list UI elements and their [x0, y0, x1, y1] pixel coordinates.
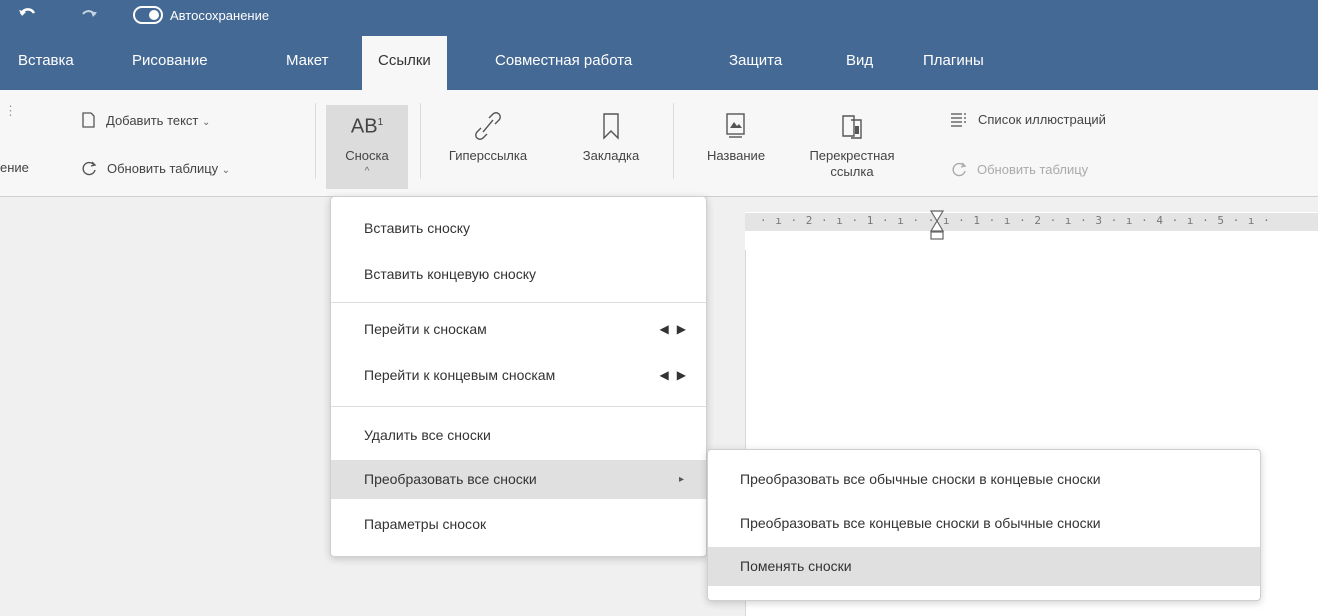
bookmark-button[interactable]: Закладка: [568, 110, 654, 164]
footnote-label: Сноска: [345, 147, 389, 163]
menu-divider: [331, 302, 706, 303]
menu-item-settings[interactable]: Параметры сносок: [331, 505, 706, 544]
autosave-label: Автосохранение: [170, 8, 270, 23]
caption-button[interactable]: Название: [688, 110, 784, 164]
tab-references[interactable]: Ссылки: [362, 36, 447, 90]
tab-protection[interactable]: Защита: [729, 51, 782, 71]
figure-list-label: Список иллюстраций: [978, 112, 1106, 127]
menu-item-convert-all[interactable]: Преобразовать все сноски ▸: [331, 460, 706, 499]
undo-icon[interactable]: [18, 6, 36, 26]
update-table-button[interactable]: Обновить таблицу ⌄: [80, 159, 230, 177]
menu-divider: [331, 406, 706, 407]
ribbon-divider: [315, 103, 316, 179]
cross-reference-label-2: ссылка: [830, 164, 874, 179]
ribbon: [0, 90, 1318, 197]
chevron-right-icon: ▸: [678, 474, 684, 485]
submenu-item-to-footnotes[interactable]: Преобразовать все концевые сноски в обыч…: [708, 504, 1260, 543]
tab-collaboration[interactable]: Совместная работа: [495, 51, 632, 71]
list-icon: [951, 113, 966, 127]
menu-item-delete-all[interactable]: Удалить все сноски: [331, 416, 706, 455]
ribbon-divider: [673, 103, 674, 179]
toggle-knob: [149, 10, 159, 20]
menu-item-insert-endnote[interactable]: Вставить концевую сноску: [331, 255, 706, 294]
footnote-button-content[interactable]: AB1 Сноска ^: [326, 110, 408, 180]
prev-next-arrows-icon[interactable]: ◀▶: [660, 310, 694, 349]
caption-icon: [726, 113, 745, 138]
footnote-menu: Вставить сноску Вставить концевую сноску…: [330, 196, 707, 557]
refresh-icon: [82, 161, 97, 176]
tab-plugins[interactable]: Плагины: [923, 51, 984, 71]
bookmark-label: Закладка: [582, 148, 640, 163]
tab-draw[interactable]: Рисование: [132, 51, 208, 71]
update-table-disabled-label: Обновить таблицу: [977, 162, 1089, 177]
hyperlink-button[interactable]: Гиперссылка: [438, 110, 538, 164]
caption-label: Название: [706, 148, 766, 163]
add-text-icon: [82, 112, 95, 128]
chevron-down-icon: ⌄: [221, 165, 231, 176]
bookmark-icon: [603, 113, 619, 140]
ruler-scale: · ı · 2 · ı · 1 · ı · · ı · 1 · ı · 2 · …: [760, 214, 1271, 227]
convert-all-label: Преобразовать все сноски: [364, 471, 537, 487]
update-table-label: Обновить таблицу: [107, 161, 219, 176]
ribbon-overflow-icon: ⋮: [4, 103, 17, 118]
cross-reference-button[interactable]: Перекрестная ссылка: [792, 110, 912, 180]
submenu-item-to-endnotes[interactable]: Преобразовать все обычные сноски в конце…: [708, 460, 1260, 499]
submenu-item-swap[interactable]: Поменять сноски: [708, 547, 1260, 586]
convert-submenu: Преобразовать все обычные сноски в конце…: [707, 449, 1261, 601]
autosave-toggle[interactable]: [133, 6, 163, 24]
ribbon-divider: [420, 103, 421, 179]
ribbon-cut-label[interactable]: ение: [0, 160, 29, 175]
cross-reference-icon: [842, 115, 862, 139]
menu-item-goto-footnotes[interactable]: Перейти к сноскам ◀▶: [331, 310, 706, 349]
chevron-down-icon: ⌄: [202, 117, 211, 128]
chevron-up-icon: ^: [364, 165, 370, 177]
link-icon: [475, 112, 501, 140]
menu-item-insert-footnote[interactable]: Вставить сноску: [331, 209, 706, 248]
redo-icon[interactable]: [80, 6, 98, 26]
indent-marker-icon[interactable]: [929, 209, 945, 253]
add-text-button[interactable]: Добавить текст ⌄: [80, 111, 210, 129]
add-text-label: Добавить текст: [106, 113, 199, 128]
figure-list-button[interactable]: Список иллюстраций: [950, 111, 1106, 127]
tab-view[interactable]: Вид: [846, 51, 873, 71]
tab-insert[interactable]: Вставка: [18, 51, 74, 71]
update-table-disabled-button[interactable]: Обновить таблицу: [950, 160, 1088, 178]
prev-next-arrows-icon[interactable]: ◀▶: [660, 356, 694, 395]
refresh-icon: [952, 162, 967, 177]
footnote-icon: AB1: [350, 115, 384, 138]
hyperlink-label: Гиперссылка: [448, 148, 528, 163]
menu-item-goto-endnotes[interactable]: Перейти к концевым сноскам ◀▶: [331, 356, 706, 395]
goto-endnotes-label: Перейти к концевым сноскам: [364, 367, 556, 383]
cross-reference-label-1: Перекрестная: [809, 148, 895, 163]
tab-layout[interactable]: Макет: [286, 51, 328, 71]
goto-footnotes-label: Перейти к сноскам: [364, 321, 487, 337]
